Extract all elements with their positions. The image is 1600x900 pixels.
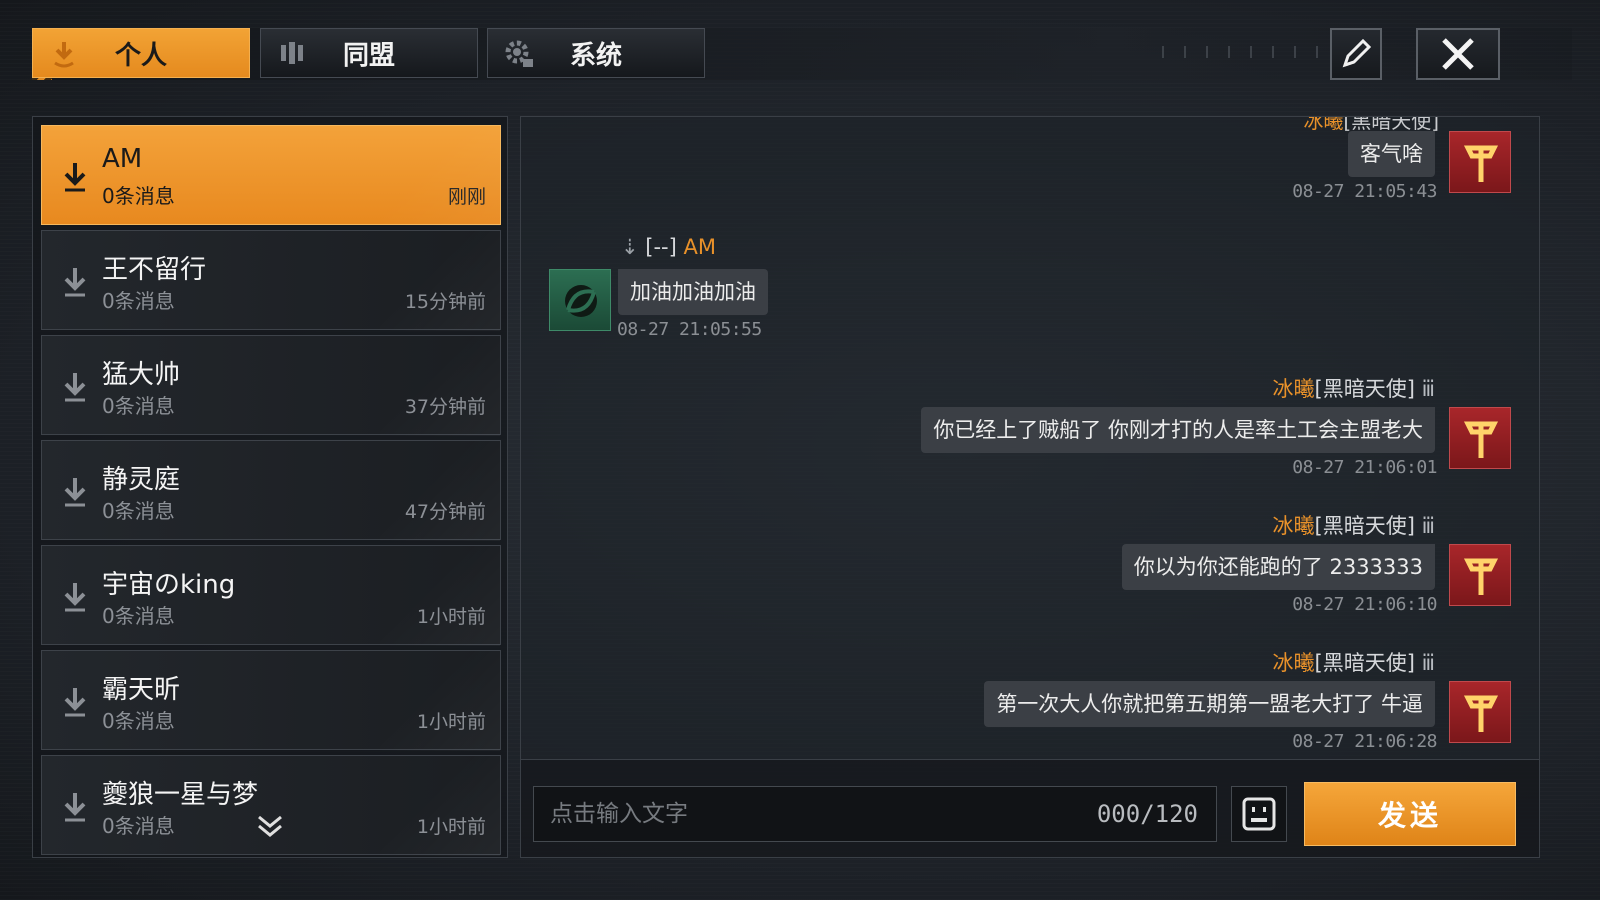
message-timestamp: 08-27 21:06:01 xyxy=(1292,457,1437,478)
person-down-icon xyxy=(64,583,86,612)
char-counter: 000/120 xyxy=(1096,800,1198,828)
input-placeholder: 点击输入文字 xyxy=(550,801,688,827)
contact-message-count: 0条消息 xyxy=(102,499,175,523)
contact-time: 15分钟前 xyxy=(404,291,486,313)
scroll-down-icon[interactable] xyxy=(255,813,285,839)
close-button[interactable] xyxy=(1416,28,1500,80)
message-sender: 冰曦[黑暗天使] ⅲ xyxy=(1272,377,1435,401)
contact-name: 宇宙のking xyxy=(102,570,236,600)
contact-list[interactable]: AM 0条消息 刚刚 王不留行 0条消息 15分钟前 猛大帅 0条消息 37分钟… xyxy=(32,116,508,858)
contact-name: 静灵庭 xyxy=(102,465,181,495)
chat-panel[interactable]: 冰曦[黑暗天使] 客气啥 08-27 21:05:43 ⇣ [--] AM 加油… xyxy=(520,116,1540,760)
edit-button[interactable] xyxy=(1330,28,1382,80)
contact-item[interactable]: 宇宙のking 0条消息 1小时前 xyxy=(41,545,501,646)
contact-item[interactable]: 王不留行 0条消息 15分钟前 xyxy=(41,230,501,331)
contact-time: 1小时前 xyxy=(416,711,486,733)
gear-icon xyxy=(502,37,536,71)
emblem-icon xyxy=(1463,558,1499,595)
emoji-icon xyxy=(1242,797,1276,831)
avatar[interactable] xyxy=(549,269,611,331)
contact-time: 1小时前 xyxy=(416,816,486,838)
send-button[interactable]: 发送 xyxy=(1304,782,1516,846)
message-input[interactable]: 点击输入文字 000/120 xyxy=(533,786,1217,842)
avatar[interactable] xyxy=(1449,407,1511,469)
close-icon xyxy=(1442,38,1474,70)
message-bubble: 你已经上了贼船了 你刚才打的人是率土工会主盟老大 xyxy=(921,407,1435,453)
message-bubble: 加油加油加油 xyxy=(618,269,768,315)
message-bubble: 客气啥 xyxy=(1348,131,1435,177)
contact-item[interactable]: 猛大帅 0条消息 37分钟前 xyxy=(41,335,501,436)
person-down-icon xyxy=(64,163,86,192)
pencil-icon xyxy=(1342,38,1372,68)
contact-message-count: 0条消息 xyxy=(102,184,175,208)
contact-name: 霸天昕 xyxy=(102,675,181,705)
message-timestamp: 08-27 21:05:43 xyxy=(1292,181,1437,202)
emblem-icon xyxy=(1463,695,1499,732)
contact-item[interactable]: AM 0条消息 刚刚 xyxy=(41,125,501,226)
tab-label: 同盟 xyxy=(342,40,395,71)
contact-name: 猛大帅 xyxy=(102,360,181,390)
contact-time: 47分钟前 xyxy=(404,501,486,523)
message-bubble: 第一次大人你就把第五期第一盟老大打了 牛逼 xyxy=(984,681,1435,727)
contact-name: AM xyxy=(102,144,143,174)
logo-icon xyxy=(565,285,597,317)
contact-message-count: 0条消息 xyxy=(102,709,175,733)
avatar[interactable] xyxy=(1449,544,1511,606)
message-sender: 冰曦[黑暗天使] ⅲ xyxy=(1272,651,1435,675)
decorative-ticks xyxy=(1162,46,1342,58)
tab-personal[interactable]: 个人 xyxy=(32,28,250,78)
person-down-icon xyxy=(47,37,81,71)
message-timestamp: 08-27 21:05:55 xyxy=(617,319,762,340)
tab-alliance[interactable]: 同盟 xyxy=(260,28,478,78)
emblem-icon xyxy=(1463,145,1499,182)
avatar[interactable] xyxy=(1449,681,1511,743)
contact-message-count: 0条消息 xyxy=(102,604,175,628)
contact-message-count: 0条消息 xyxy=(102,394,175,418)
message-timestamp: 08-27 21:06:28 xyxy=(1292,731,1437,752)
contact-message-count: 0条消息 xyxy=(102,814,175,838)
alliance-icon: ⅲ xyxy=(1421,514,1435,538)
message-bubble: 你以为你还能跑的了 2333333 xyxy=(1121,544,1435,590)
person-down-icon xyxy=(64,793,86,822)
tab-label: 个人 xyxy=(114,40,167,71)
alliance-icon: ⅲ xyxy=(1421,377,1435,401)
contact-time: 刚刚 xyxy=(447,186,486,208)
emoji-button[interactable] xyxy=(1231,786,1287,842)
person-down-icon xyxy=(64,688,86,717)
contact-item[interactable]: 夔狼一星与梦 0条消息 1小时前 xyxy=(41,755,501,856)
contact-time: 1小时前 xyxy=(416,606,486,628)
tab-system[interactable]: 系统 xyxy=(487,28,705,78)
rank-down-icon: ⇣ xyxy=(621,235,646,259)
contact-item[interactable]: 霸天昕 0条消息 1小时前 xyxy=(41,650,501,751)
alliance-icon xyxy=(275,37,309,71)
person-down-icon xyxy=(64,478,86,507)
contact-message-count: 0条消息 xyxy=(102,289,175,313)
contact-name: 王不留行 xyxy=(102,255,207,285)
message-timestamp: 08-27 21:06:10 xyxy=(1292,594,1437,615)
contact-name: 夔狼一星与梦 xyxy=(102,780,259,810)
avatar[interactable] xyxy=(1449,131,1511,193)
tab-label: 系统 xyxy=(569,40,622,71)
message-sender: ⇣ [--] AM xyxy=(621,235,716,259)
alliance-icon: ⅲ xyxy=(1421,651,1435,675)
contact-time: 37分钟前 xyxy=(404,396,486,418)
input-bar: 点击输入文字 000/120 发送 xyxy=(520,760,1540,858)
emblem-icon xyxy=(1463,421,1499,458)
contact-item[interactable]: 静灵庭 0条消息 47分钟前 xyxy=(41,440,501,541)
person-down-icon xyxy=(64,268,86,297)
message-sender: 冰曦[黑暗天使] ⅲ xyxy=(1272,514,1435,538)
person-down-icon xyxy=(64,373,86,402)
